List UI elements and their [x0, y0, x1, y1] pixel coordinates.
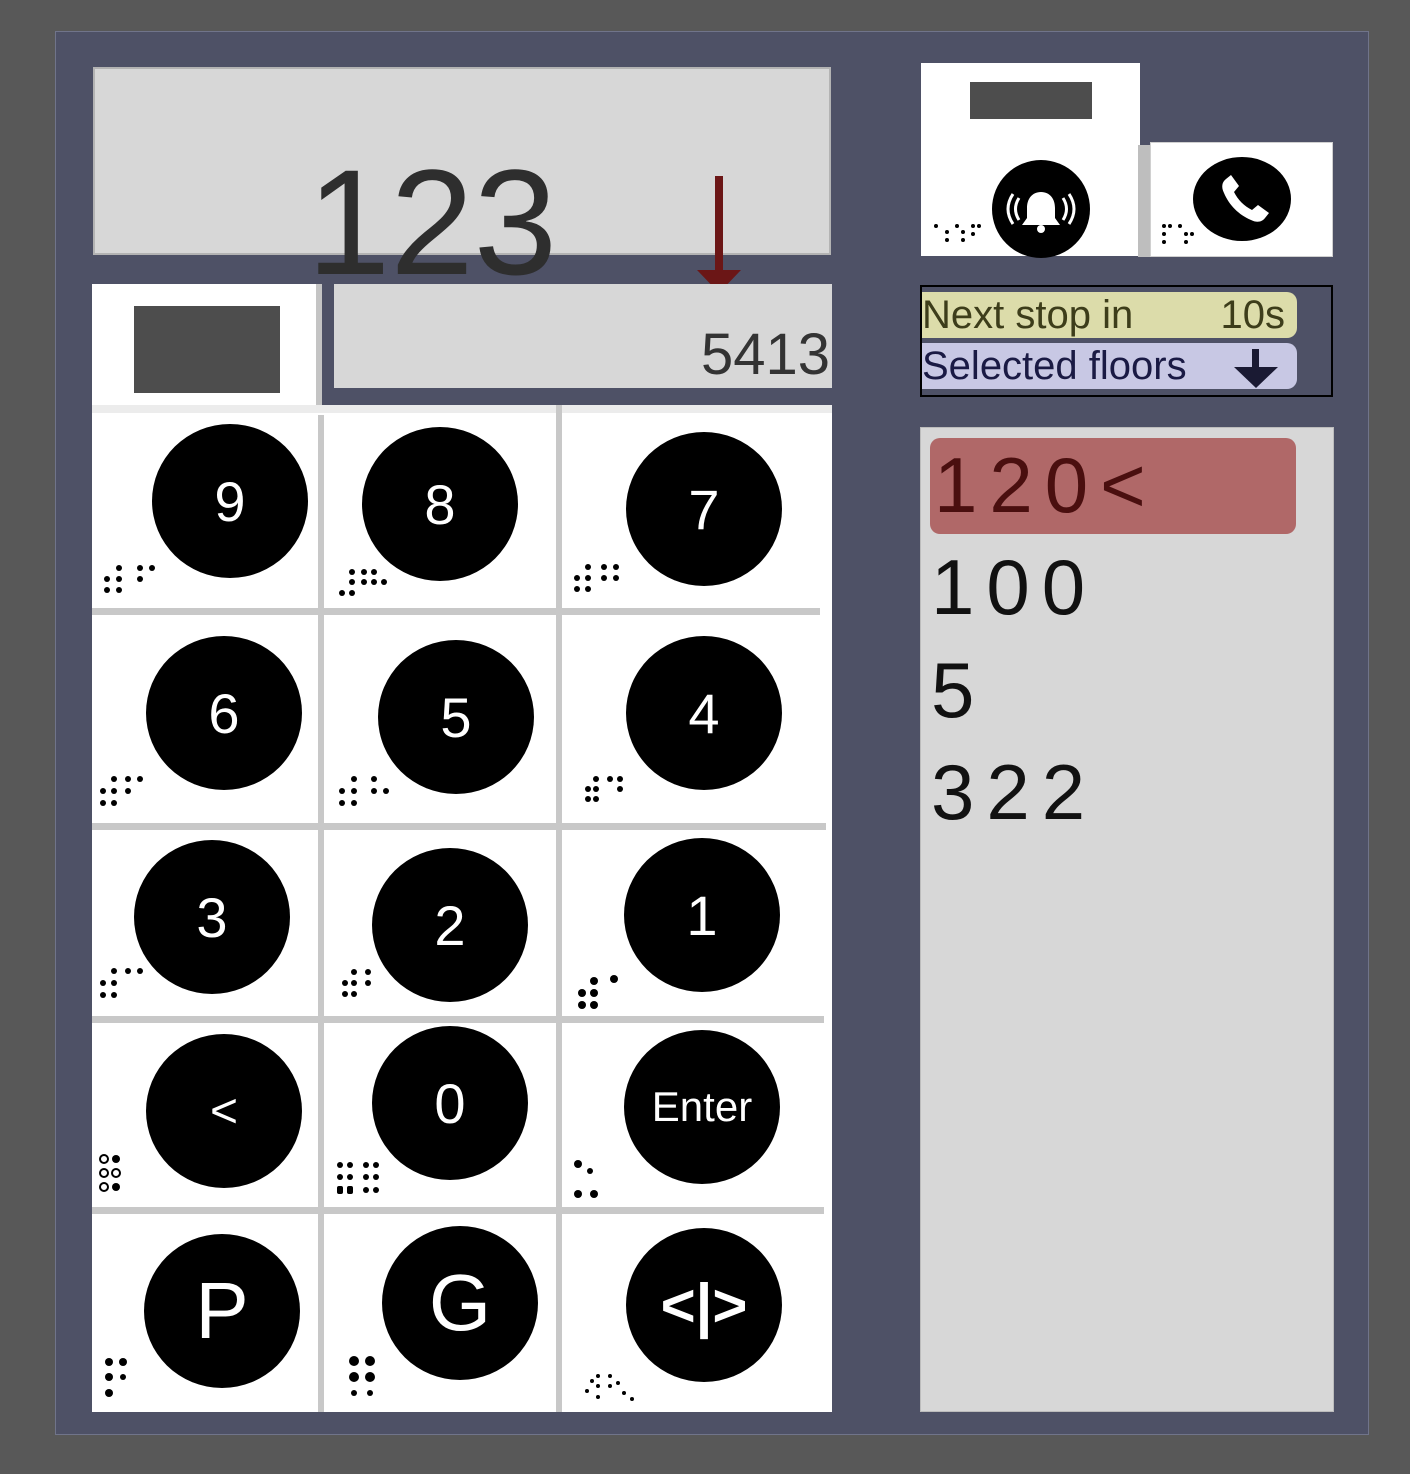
key-label: 5 [440, 685, 472, 749]
floor-value: 120< [934, 441, 1158, 529]
divider [1138, 145, 1150, 257]
alarm-label-placeholder [970, 82, 1092, 119]
alarm-braille-icon [934, 224, 981, 242]
braille-1-icon [578, 975, 618, 1009]
key-label: <|> [660, 1271, 748, 1339]
braille-enter-icon [574, 1160, 598, 1198]
key-label: P [195, 1266, 249, 1355]
divider [318, 415, 324, 1412]
phone-button[interactable] [1193, 157, 1291, 241]
list-item: 322 [931, 748, 1098, 836]
alarm-button[interactable] [992, 160, 1090, 258]
divider [92, 405, 832, 413]
key-label: Enter [651, 1083, 753, 1130]
down-arrow-icon [1234, 349, 1278, 388]
key-p-button[interactable]: P [144, 1234, 300, 1388]
braille-2-icon [342, 969, 371, 997]
key-label: 4 [688, 681, 720, 745]
list-item: 100 [931, 543, 1098, 631]
key-7-button[interactable]: 7 [626, 432, 782, 586]
key-5-button[interactable]: 5 [378, 640, 534, 794]
list-item: 5 [931, 646, 987, 734]
key-6-button[interactable]: 6 [146, 636, 302, 790]
braille-p-icon [105, 1358, 127, 1397]
next-stop-row: Next stop in 10s [922, 292, 1297, 338]
selected-floors-list: 120< 100 5 322 [920, 427, 1334, 1412]
braille-backspace-icon [99, 1154, 121, 1192]
key-1-button[interactable]: 1 [624, 838, 780, 992]
floor-entry-field: 5413 [334, 284, 832, 388]
door-open-button[interactable]: <|> [626, 1228, 782, 1382]
divider [316, 284, 322, 405]
phone-braille-icon [1162, 224, 1194, 244]
current-floor-display: 123 [93, 67, 831, 297]
braille-9-icon [104, 565, 155, 593]
next-stop-value: 10s [1220, 293, 1286, 337]
status-panel: Next stop in 10s Selected floors [920, 285, 1333, 397]
key-label: 1 [686, 883, 718, 947]
key-label: 0 [434, 1071, 466, 1135]
key-label: 2 [434, 893, 466, 957]
key-9-button[interactable]: 9 [152, 424, 308, 578]
down-arrow-icon [697, 176, 741, 293]
divider [556, 405, 562, 1412]
key-2-button[interactable]: 2 [372, 848, 528, 1002]
key-label: 9 [214, 469, 246, 533]
key-4-button[interactable]: 4 [626, 636, 782, 790]
phone-icon [1222, 175, 1269, 222]
key-label: < [209, 1084, 239, 1138]
key-g-button[interactable]: G [382, 1226, 538, 1380]
phone-panel [1150, 142, 1333, 257]
divider [92, 608, 820, 615]
braille-8-icon [339, 569, 387, 596]
key-label: 7 [688, 477, 720, 541]
selected-floors-row: Selected floors [922, 343, 1297, 389]
braille-3-icon [100, 968, 143, 998]
braille-7-icon [574, 564, 619, 592]
key-8-button[interactable]: 8 [362, 427, 518, 581]
selected-floors-label: Selected floors [922, 344, 1187, 388]
alarm-bell-icon [1006, 192, 1076, 233]
divider [92, 823, 826, 830]
braille-g-icon [349, 1356, 375, 1396]
key-label: 6 [208, 681, 240, 745]
key-label: 3 [196, 885, 228, 949]
braille-5-icon [339, 776, 389, 806]
key-label: 8 [424, 472, 456, 536]
divider [92, 1016, 824, 1023]
key-3-button[interactable]: 3 [134, 840, 290, 994]
keypad: 9 8 7 6 5 4 3 2 1 < 0 Enter P G <|> [92, 405, 832, 1412]
braille-door-icon [585, 1374, 634, 1401]
divider [92, 1207, 824, 1214]
list-item-active: 120< [930, 438, 1296, 534]
entry-value: 5413 [700, 322, 830, 387]
braille-4-icon [585, 776, 623, 802]
mode-label-placeholder [134, 306, 280, 393]
braille-0-icon [337, 1162, 379, 1194]
key-backspace-button[interactable]: < [146, 1034, 302, 1188]
alarm-panel [921, 63, 1140, 258]
key-label: G [428, 1258, 492, 1347]
enter-button[interactable]: Enter [624, 1030, 780, 1184]
next-stop-label: Next stop in [922, 293, 1134, 337]
mode-indicator [92, 284, 322, 405]
key-0-button[interactable]: 0 [372, 1026, 528, 1180]
braille-6-icon [100, 776, 143, 806]
